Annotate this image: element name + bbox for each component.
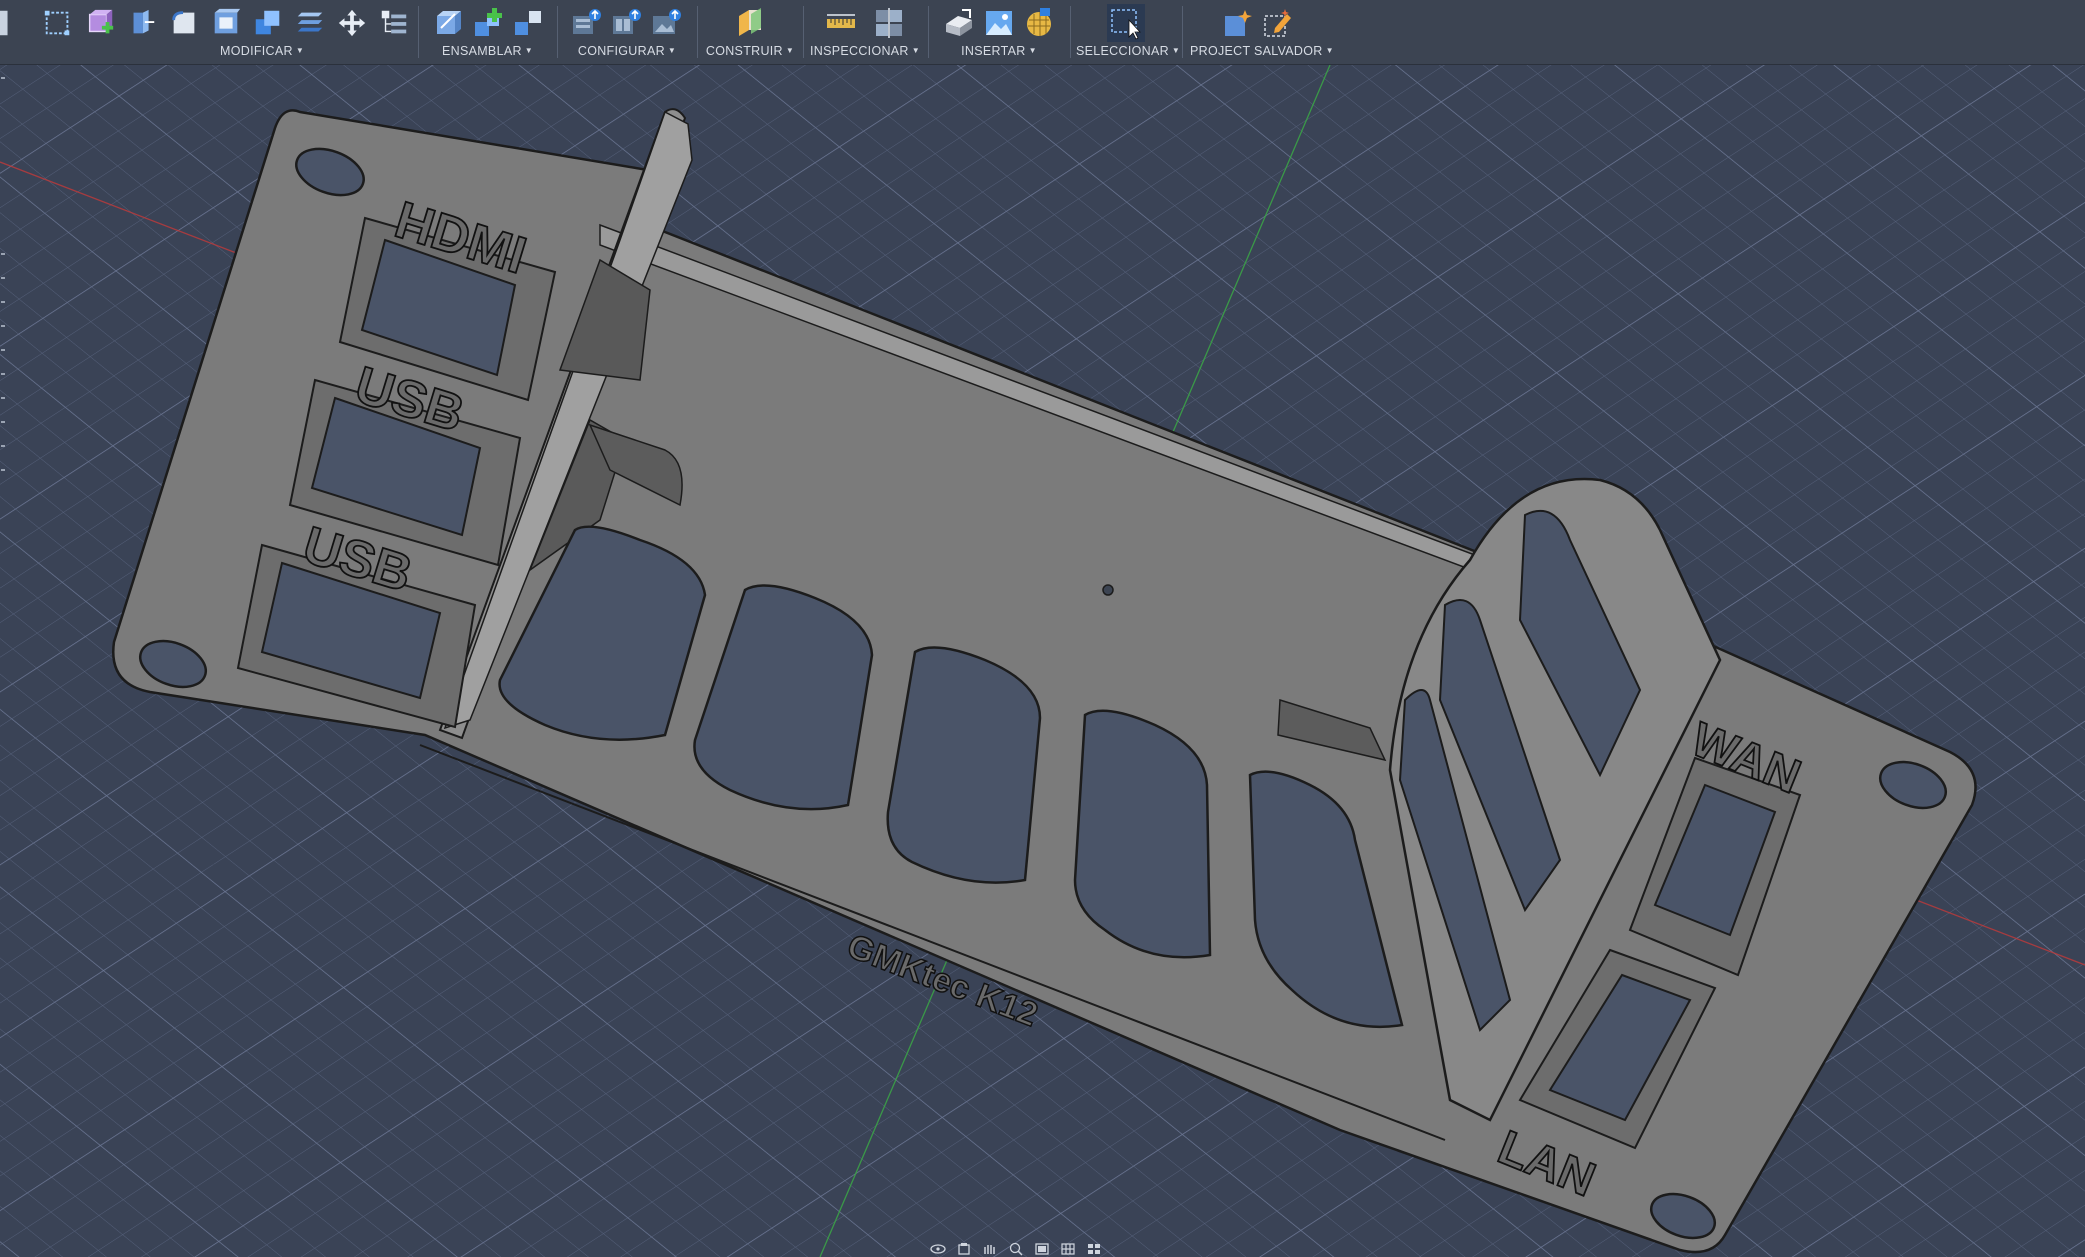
rail-marker [1, 77, 5, 79]
joint-icon[interactable] [471, 6, 505, 40]
toolbar-group-insertar: INSERTAR ▼ [934, 0, 1064, 64]
new-body-icon[interactable] [84, 6, 116, 40]
toolbar-label-insertar[interactable]: INSERTAR ▼ [934, 44, 1064, 58]
insert-mesh-icon[interactable] [1022, 6, 1056, 40]
measure-icon[interactable] [824, 6, 858, 40]
toolbar-group-seleccionar: SELECCIONAR ▼ [1076, 0, 1180, 64]
toolbar-separator [697, 6, 698, 58]
project-edit-icon[interactable] [1261, 6, 1295, 40]
browser-collapsed-rail[interactable] [0, 65, 10, 485]
rail-marker [1, 301, 5, 303]
chevron-down-icon: ▼ [524, 46, 534, 55]
new-component-icon[interactable] [431, 6, 465, 40]
configure-rule-icon[interactable] [610, 6, 644, 40]
configure-theme-icon[interactable] [650, 6, 684, 40]
toolbar-separator [557, 6, 558, 58]
insert-derive-icon[interactable] [942, 6, 976, 40]
chevron-down-icon: ▼ [1028, 46, 1037, 55]
chevron-down-icon: ▼ [295, 46, 305, 55]
toolbar-group-project-salvador: PROJECT SALVADOR ▼ [1190, 0, 1334, 64]
insert-image-icon[interactable] [982, 6, 1016, 40]
orbit-icon[interactable] [930, 1242, 946, 1256]
toolbar-label-modificar[interactable]: MODIFICAR ▼ [220, 44, 304, 58]
toolbar-label-inspeccionar[interactable]: INSPECCIONAR ▼ [810, 44, 920, 58]
toolbar-separator [1070, 6, 1071, 58]
rail-marker [1, 349, 5, 351]
navigation-bar [930, 1240, 1170, 1257]
model-scene[interactable]: HDMI USB USB WAN LAN GMKtec K12 [0, 65, 2085, 1257]
chevron-down-icon: ▼ [1325, 46, 1334, 55]
fillet-icon[interactable] [168, 6, 200, 40]
viewports-icon[interactable] [1086, 1242, 1102, 1256]
chevron-down-icon: ▼ [911, 46, 920, 55]
toolbar-separator [1182, 6, 1183, 58]
rail-marker [1, 445, 5, 447]
section-analysis-icon[interactable] [872, 6, 906, 40]
toolbar-label-construir[interactable]: CONSTRUIR ▼ [705, 44, 795, 58]
sketch-edit-icon[interactable] [0, 6, 32, 40]
shell-icon[interactable] [210, 6, 242, 40]
offset-plane-icon[interactable] [733, 6, 767, 40]
look-at-icon[interactable] [982, 1242, 998, 1256]
grid-settings-icon[interactable] [1060, 1242, 1076, 1256]
origin-point[interactable] [1102, 584, 1114, 596]
toolbar-group-construir: CONSTRUIR ▼ [705, 0, 795, 64]
rail-marker [1, 397, 5, 399]
display-settings-icon[interactable] [1034, 1242, 1050, 1256]
rail-marker [1, 469, 5, 471]
toolbar-group-inspeccionar: INSPECCIONAR ▼ [810, 0, 920, 64]
toolbar-label-configurar[interactable]: CONFIGURAR ▼ [563, 44, 691, 58]
toolbar-group-ensamblar: ENSAMBLAR ▼ [425, 0, 550, 64]
as-built-joint-icon[interactable] [511, 6, 545, 40]
rail-marker [1, 421, 5, 423]
vent-cutout-3 [886, 646, 1042, 884]
rail-marker [1, 253, 5, 255]
combine-icon[interactable] [252, 6, 284, 40]
rail-marker [1, 373, 5, 375]
toolbar-separator [418, 6, 419, 58]
toolbar-group-modificar: MODIFICAR ▼ [0, 0, 410, 64]
press-pull-icon[interactable] [126, 6, 158, 40]
move-icon[interactable] [336, 6, 368, 40]
create-form-icon[interactable] [42, 6, 74, 40]
vent-cutout-4 [1073, 709, 1212, 959]
toolbar-group-configurar: CONFIGURAR ▼ [563, 0, 691, 64]
project-add-icon[interactable] [1221, 6, 1255, 40]
toolbar-label-project-salvador[interactable]: PROJECT SALVADOR ▼ [1190, 44, 1334, 58]
rail-marker [1, 325, 5, 327]
configure-table-icon[interactable] [570, 6, 604, 40]
zoom-icon[interactable] [1008, 1242, 1024, 1256]
toolbar-label-ensamblar[interactable]: ENSAMBLAR ▼ [425, 44, 550, 58]
toolbar-separator [928, 6, 929, 58]
toolbar-separator [803, 6, 804, 58]
chevron-down-icon: ▼ [785, 46, 795, 55]
toolbar: MODIFICAR ▼ ENSAMBLAR ▼ CONFIGURAR ▼ CONSTR… [0, 0, 2085, 65]
chevron-down-icon: ▼ [667, 46, 677, 55]
compute-icon[interactable] [378, 6, 410, 40]
window-select-icon[interactable] [1107, 4, 1145, 42]
pan-icon[interactable] [956, 1242, 972, 1256]
toolbar-label-seleccionar[interactable]: SELECCIONAR ▼ [1076, 44, 1180, 58]
canvas-viewport[interactable]: HDMI USB USB WAN LAN GMKtec K12 [0, 65, 2085, 1257]
chevron-down-icon: ▼ [1171, 46, 1181, 55]
rail-marker [1, 277, 5, 279]
offset-face-icon[interactable] [294, 6, 326, 40]
